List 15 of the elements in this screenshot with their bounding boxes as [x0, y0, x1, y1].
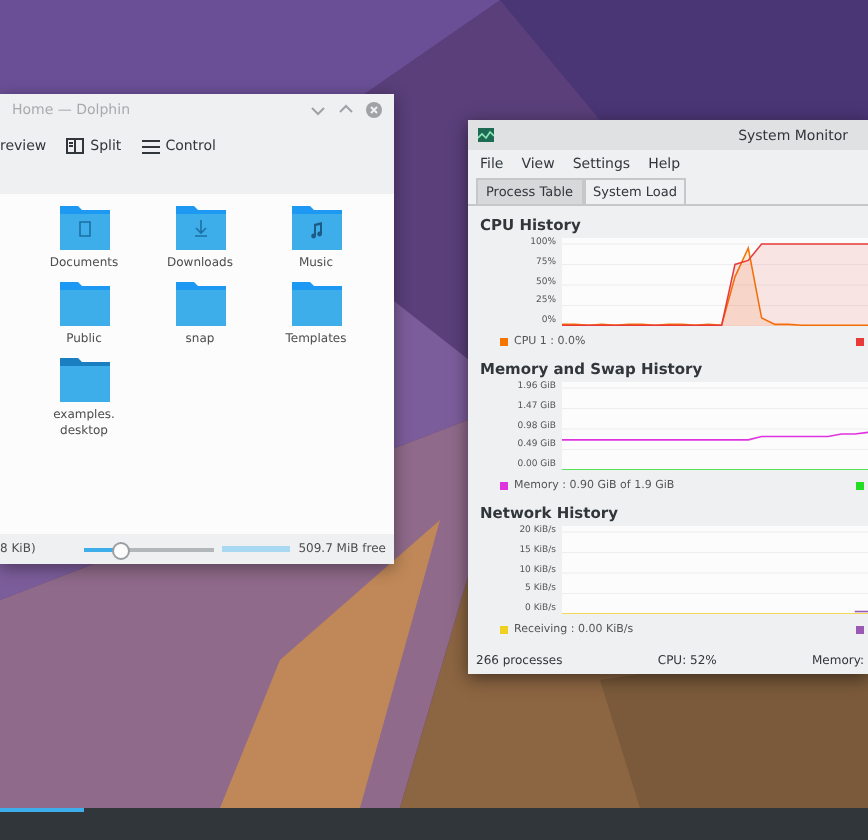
- disk-usage-bar: [222, 546, 291, 552]
- slider-handle[interactable]: [111, 541, 130, 559]
- monitor-icon: [478, 128, 494, 142]
- folder-icon: [175, 206, 225, 250]
- folder-icon: [59, 282, 109, 326]
- maximize-icon[interactable]: [338, 102, 354, 118]
- folder-icon: [59, 206, 109, 250]
- menu-icon: [141, 139, 160, 153]
- folder-icon: [291, 206, 341, 250]
- minimize-icon[interactable]: [310, 102, 326, 118]
- folder-icon: [291, 282, 341, 326]
- folder-icon: [175, 282, 225, 326]
- folder-icon: [59, 358, 109, 402]
- split-view-icon: [66, 138, 85, 154]
- close-icon[interactable]: [366, 102, 382, 118]
